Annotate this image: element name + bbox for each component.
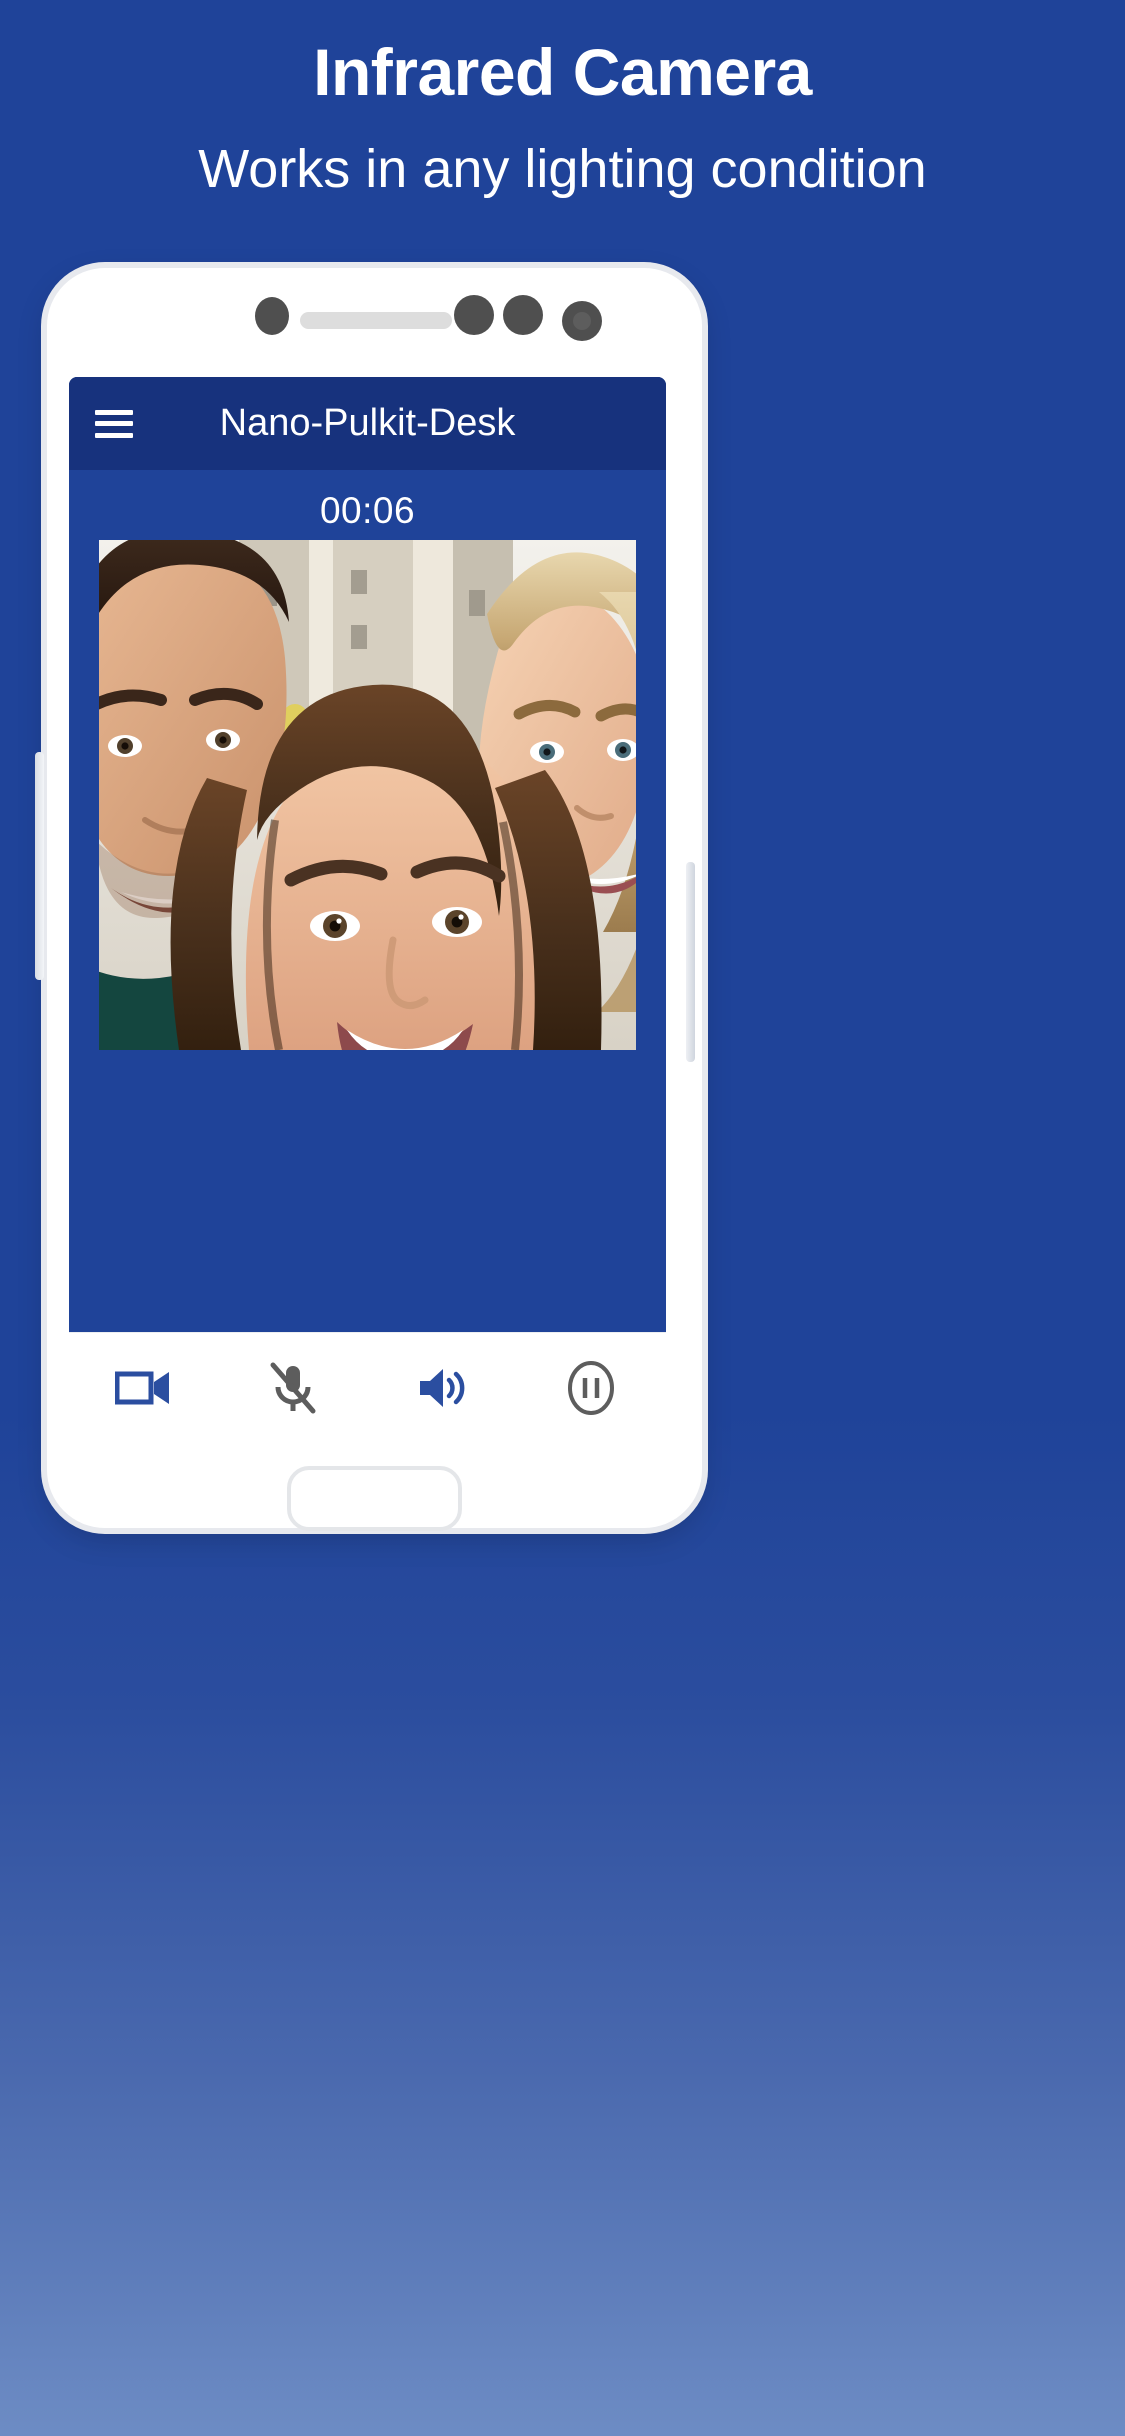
call-control-bar	[69, 1332, 666, 1442]
phone-top-bezel	[47, 268, 702, 378]
earpiece-speaker-icon	[300, 312, 452, 329]
mic-toggle-button[interactable]	[253, 1348, 333, 1428]
app-bar: Nano-Pulkit-Desk	[69, 377, 666, 470]
proximity-sensor-icon	[255, 297, 289, 335]
ir-sensor-icon	[503, 295, 543, 335]
volume-rocker-button[interactable]	[35, 752, 44, 980]
power-button[interactable]	[686, 862, 695, 1062]
video-toggle-button[interactable]	[104, 1348, 184, 1428]
app-screen: Nano-Pulkit-Desk 00:06	[69, 377, 666, 1332]
promo-header: Infrared Camera Works in any lighting co…	[0, 0, 1125, 201]
live-video-feed[interactable]	[99, 540, 636, 1050]
home-button[interactable]	[287, 1466, 462, 1531]
video-camera-icon	[114, 1371, 169, 1404]
promo-title: Infrared Camera	[313, 35, 812, 109]
speaker-icon	[420, 1368, 465, 1407]
light-sensor-icon	[454, 295, 494, 335]
pause-circle-icon	[568, 1360, 615, 1415]
promo-subtitle: Works in any lighting condition	[198, 138, 927, 199]
app-title: Nano-Pulkit-Desk	[219, 402, 516, 444]
pause-call-button[interactable]	[551, 1348, 631, 1428]
speaker-toggle-button[interactable]	[402, 1348, 482, 1428]
hamburger-menu-icon[interactable]	[95, 409, 133, 438]
call-timer: 00:06	[319, 490, 416, 531]
mic-off-icon	[270, 1362, 316, 1413]
front-camera-icon	[562, 301, 602, 341]
